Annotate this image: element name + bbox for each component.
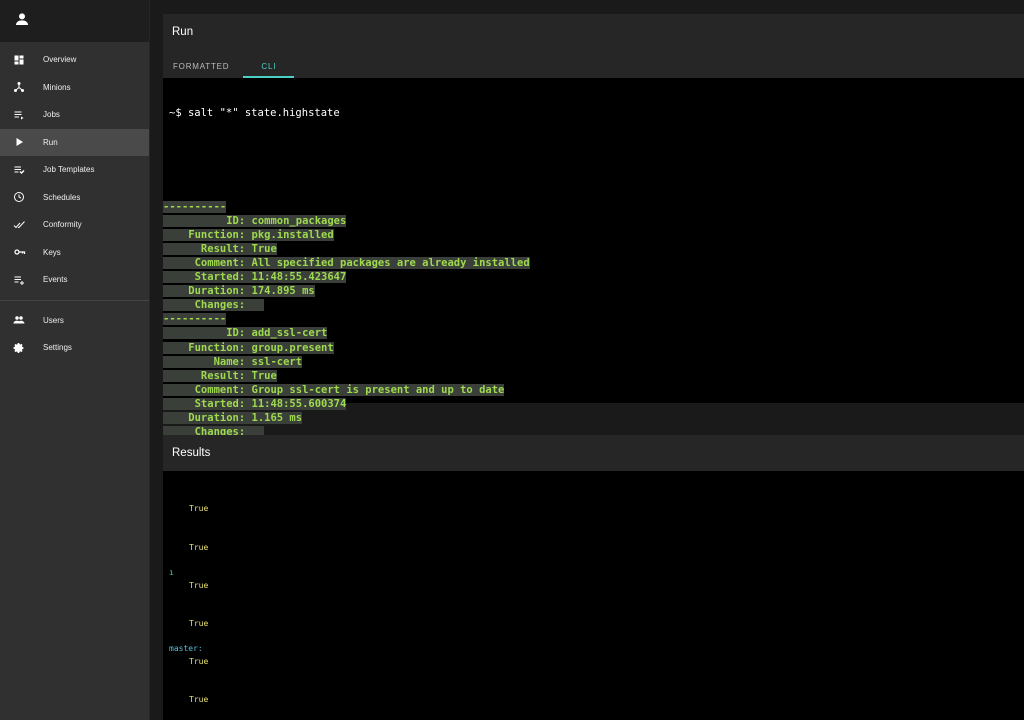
output-line-text: ID: add_ssl-cert bbox=[163, 327, 328, 340]
command-line[interactable]: ~$ salt "*" state.highstate bbox=[163, 106, 1024, 122]
sidebar-item-minions[interactable]: Minions bbox=[0, 74, 149, 102]
sidebar-item-run[interactable]: Run bbox=[0, 128, 149, 156]
sidebar-item-label: Keys bbox=[43, 247, 61, 257]
sidebar-item-label: Job Templates bbox=[43, 165, 95, 175]
sidebar-item-label: Conformity bbox=[43, 220, 82, 230]
sidebar-divider bbox=[0, 299, 149, 301]
checklist-icon bbox=[12, 163, 26, 177]
output-line-text: Started: 11:48:55.600374 bbox=[163, 397, 347, 410]
result-value: True bbox=[189, 619, 209, 628]
results-card: Results ı True True True True master: True Tru… bbox=[163, 435, 1024, 720]
output-line: ID: add_ssl-cert bbox=[163, 326, 1024, 340]
run-card: Run FORMATTED CLI ~$ salt "*" state.high… bbox=[163, 14, 1024, 481]
sidebar-nav: Overview Minions Jobs Run Job Templates … bbox=[0, 42, 149, 362]
sidebar-header bbox=[0, 0, 149, 42]
sidebar-item-label: Settings bbox=[43, 343, 72, 353]
result-marker-icon: ı bbox=[169, 568, 174, 577]
output-line-text: Duration: 174.895 ms bbox=[163, 285, 315, 298]
clock-icon bbox=[12, 190, 26, 204]
run-card-title: Run bbox=[163, 14, 1024, 50]
key-icon bbox=[12, 245, 26, 259]
output-line: ---------- bbox=[163, 200, 1024, 214]
output-line: Function: pkg.installed bbox=[163, 228, 1024, 242]
hub-icon bbox=[12, 80, 26, 94]
sidebar-item-job-templates[interactable]: Job Templates bbox=[0, 156, 149, 184]
result-value: True bbox=[189, 581, 209, 590]
sidebar-item-label: Schedules bbox=[43, 192, 81, 202]
output-line: Function: group.present bbox=[163, 341, 1024, 355]
output-line-text: ---------- bbox=[163, 313, 227, 326]
output-line-text: ---------- bbox=[163, 200, 227, 213]
main-content: Run FORMATTED CLI ~$ salt "*" state.high… bbox=[150, 0, 1024, 720]
output-line-text: Started: 11:48:55.423647 bbox=[163, 271, 347, 284]
sidebar-item-events[interactable]: Events bbox=[0, 266, 149, 294]
result-value: True bbox=[189, 695, 209, 704]
sidebar-item-keys[interactable]: Keys bbox=[0, 239, 149, 267]
dashboard-icon bbox=[12, 53, 26, 67]
sidebar-item-label: Overview bbox=[43, 55, 77, 65]
output-line: ID: common_packages bbox=[163, 214, 1024, 228]
output-line-text: Name: ssl-cert bbox=[163, 355, 303, 368]
output-line: Started: 11:48:55.423647 bbox=[163, 270, 1024, 284]
sidebar-item-label: Users bbox=[43, 315, 64, 325]
results-card-title: Results bbox=[163, 435, 1024, 471]
output-line-text: Function: group.present bbox=[163, 341, 334, 354]
output-line: Result: True bbox=[163, 369, 1024, 383]
results-output: ı True True True True master: True True bbox=[163, 471, 1024, 720]
sidebar-item-conformity[interactable]: Conformity bbox=[0, 211, 149, 239]
sidebar-item-schedules[interactable]: Schedules bbox=[0, 184, 149, 212]
output-line-text: Duration: 1.165 ms bbox=[163, 411, 303, 424]
result-value: True bbox=[189, 657, 209, 666]
sidebar-item-settings[interactable]: Settings bbox=[0, 334, 149, 362]
run-tabs: FORMATTED CLI bbox=[163, 50, 1024, 78]
play-icon bbox=[12, 135, 26, 149]
output-line: Changes: bbox=[163, 298, 1024, 312]
result-value: True bbox=[189, 543, 209, 552]
output-line: Result: True bbox=[163, 242, 1024, 256]
sidebar-item-label: Events bbox=[43, 275, 68, 285]
output-line: Started: 11:48:55.600374 bbox=[163, 397, 1024, 411]
output-line: ---------- bbox=[163, 312, 1024, 326]
sidebar: Overview Minions Jobs Run Job Templates … bbox=[0, 0, 150, 720]
output-line: Name: ssl-cert bbox=[163, 355, 1024, 369]
sidebar-item-label: Run bbox=[43, 137, 58, 147]
tab-formatted[interactable]: FORMATTED bbox=[173, 62, 243, 78]
account-icon[interactable] bbox=[14, 11, 30, 32]
output-line-text: Result: True bbox=[163, 369, 277, 382]
output-line: Duration: 1.165 ms bbox=[163, 411, 1024, 425]
output-line-text: Result: True bbox=[163, 242, 277, 255]
output-line: Duration: 174.895 ms bbox=[163, 284, 1024, 298]
group-icon bbox=[12, 313, 26, 327]
result-value: True bbox=[189, 504, 209, 513]
output-line-text: Comment: All specified packages are alre… bbox=[163, 256, 530, 269]
output-line: Comment: All specified packages are alre… bbox=[163, 256, 1024, 270]
gear-icon bbox=[12, 341, 26, 355]
sidebar-item-label: Minions bbox=[43, 82, 71, 92]
output-line-text: ID: common_packages bbox=[163, 214, 347, 227]
sidebar-item-jobs[interactable]: Jobs bbox=[0, 101, 149, 129]
playlist-add-icon bbox=[12, 273, 26, 287]
tab-cli[interactable]: CLI bbox=[243, 62, 295, 78]
output-line-text: Comment: Group ssl-cert is present and u… bbox=[163, 383, 505, 396]
output-line-text: Function: pkg.installed bbox=[163, 228, 334, 241]
sidebar-item-users[interactable]: Users bbox=[0, 307, 149, 335]
output-line-text: Changes: bbox=[163, 299, 265, 312]
double-check-icon bbox=[12, 218, 26, 232]
output-line: Comment: Group ssl-cert is present and u… bbox=[163, 383, 1024, 397]
list-icon bbox=[12, 108, 26, 122]
sidebar-item-label: Jobs bbox=[43, 110, 60, 120]
result-minion-name: master: bbox=[169, 644, 203, 653]
sidebar-item-overview[interactable]: Overview bbox=[0, 46, 149, 74]
